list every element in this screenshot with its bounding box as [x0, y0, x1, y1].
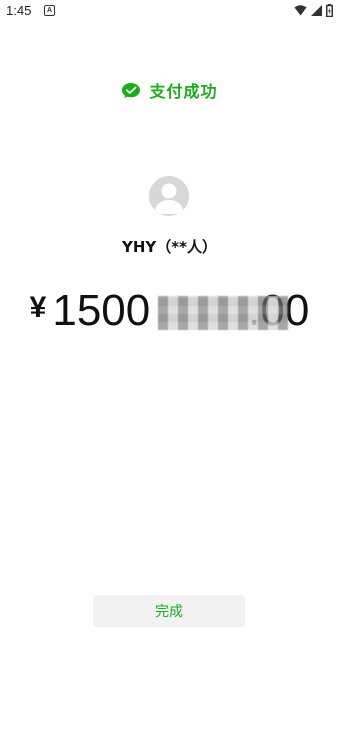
success-title: 支付成功 [149, 82, 218, 101]
wifi-icon [294, 4, 307, 15]
default-user-icon [154, 183, 184, 214]
status-time: 1:45 [6, 3, 32, 18]
notification-a-icon: A [44, 5, 55, 16]
payment-amount: ¥15000000.00 [0, 286, 339, 336]
payment-success-header: 支付成功 [0, 78, 339, 102]
amount-mosaic-mask [158, 296, 288, 330]
done-button[interactable]: 完成 [93, 595, 245, 627]
status-indicators [294, 3, 333, 17]
wechat-pay-check-icon [122, 82, 141, 98]
signal-icon [311, 4, 322, 16]
currency-symbol: ¥ [29, 291, 47, 324]
battery-icon [326, 3, 333, 17]
payee-name: YHY（**人） [122, 238, 217, 256]
amount-visible-prefix: 1500 [52, 286, 151, 335]
status-bar: 1:45 A [0, 0, 339, 24]
payee-avatar [149, 176, 189, 216]
